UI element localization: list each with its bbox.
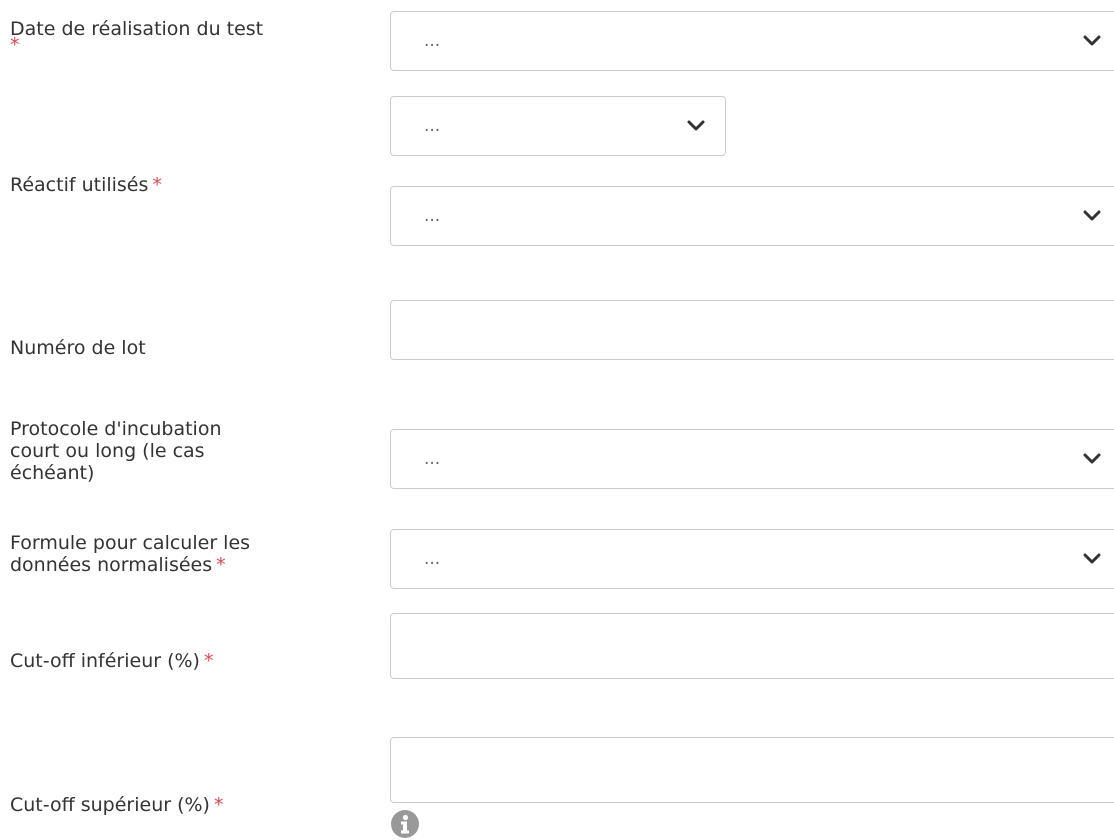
protocole-select[interactable]: ... bbox=[390, 429, 1114, 489]
cutoff-inferieur-label: Cut-off inférieur (%) * bbox=[10, 650, 213, 672]
reactif-label: Réactif utilisés * bbox=[10, 174, 162, 196]
reactif-select-value: ... bbox=[424, 206, 441, 226]
chevron-down-icon bbox=[1083, 35, 1101, 46]
formule-label-line-2: données normalisées bbox=[10, 554, 213, 576]
date-test-time-select[interactable]: ... bbox=[390, 96, 726, 156]
protocole-label-line-1: Protocole d'incubation bbox=[10, 418, 222, 440]
formule-label: Formule pour calculer les données normal… bbox=[10, 532, 250, 576]
required-asterisk: * bbox=[152, 174, 162, 196]
cutoff-inferieur-input[interactable] bbox=[390, 613, 1114, 679]
required-asterisk: * bbox=[10, 34, 20, 56]
date-test-select-value: ... bbox=[424, 31, 441, 51]
cutoff-superieur-label-text: Cut-off supérieur (%) bbox=[10, 794, 210, 816]
chevron-down-icon bbox=[687, 120, 705, 131]
protocole-select-value: ... bbox=[424, 449, 441, 469]
required-asterisk: * bbox=[213, 794, 224, 816]
numero-lot-label-text: Numéro de lot bbox=[10, 337, 146, 359]
numero-lot-input[interactable] bbox=[390, 300, 1114, 360]
protocole-label: Protocole d'incubation court ou long (le… bbox=[10, 418, 222, 484]
date-test-label-text: Date de réalisation du test bbox=[10, 18, 264, 40]
cutoff-inferieur-label-text: Cut-off inférieur (%) bbox=[10, 650, 200, 672]
cutoff-superieur-label: Cut-off supérieur (%) * bbox=[10, 794, 223, 816]
required-asterisk: * bbox=[203, 650, 214, 672]
info-icon[interactable] bbox=[390, 809, 420, 839]
formule-label-line-1: Formule pour calculer les bbox=[10, 532, 251, 554]
date-test-time-select-value: ... bbox=[424, 116, 441, 136]
reactif-label-text: Réactif utilisés bbox=[10, 174, 149, 196]
formule-select-value: ... bbox=[424, 549, 441, 569]
protocole-label-line-2: court ou long (le cas bbox=[10, 440, 205, 462]
cutoff-superieur-input[interactable] bbox=[390, 737, 1114, 803]
protocole-label-line-3: échéant) bbox=[10, 462, 95, 484]
chevron-down-icon bbox=[1083, 453, 1101, 464]
chevron-down-icon bbox=[1083, 210, 1101, 221]
date-test-select[interactable]: ... bbox=[390, 11, 1114, 71]
formule-select[interactable]: ... bbox=[390, 529, 1114, 589]
chevron-down-icon bbox=[1083, 553, 1101, 564]
numero-lot-label: Numéro de lot bbox=[10, 337, 146, 359]
date-test-label: Date de réalisation du test * bbox=[10, 18, 264, 56]
reactif-select[interactable]: ... bbox=[390, 186, 1114, 246]
required-asterisk: * bbox=[216, 554, 226, 576]
